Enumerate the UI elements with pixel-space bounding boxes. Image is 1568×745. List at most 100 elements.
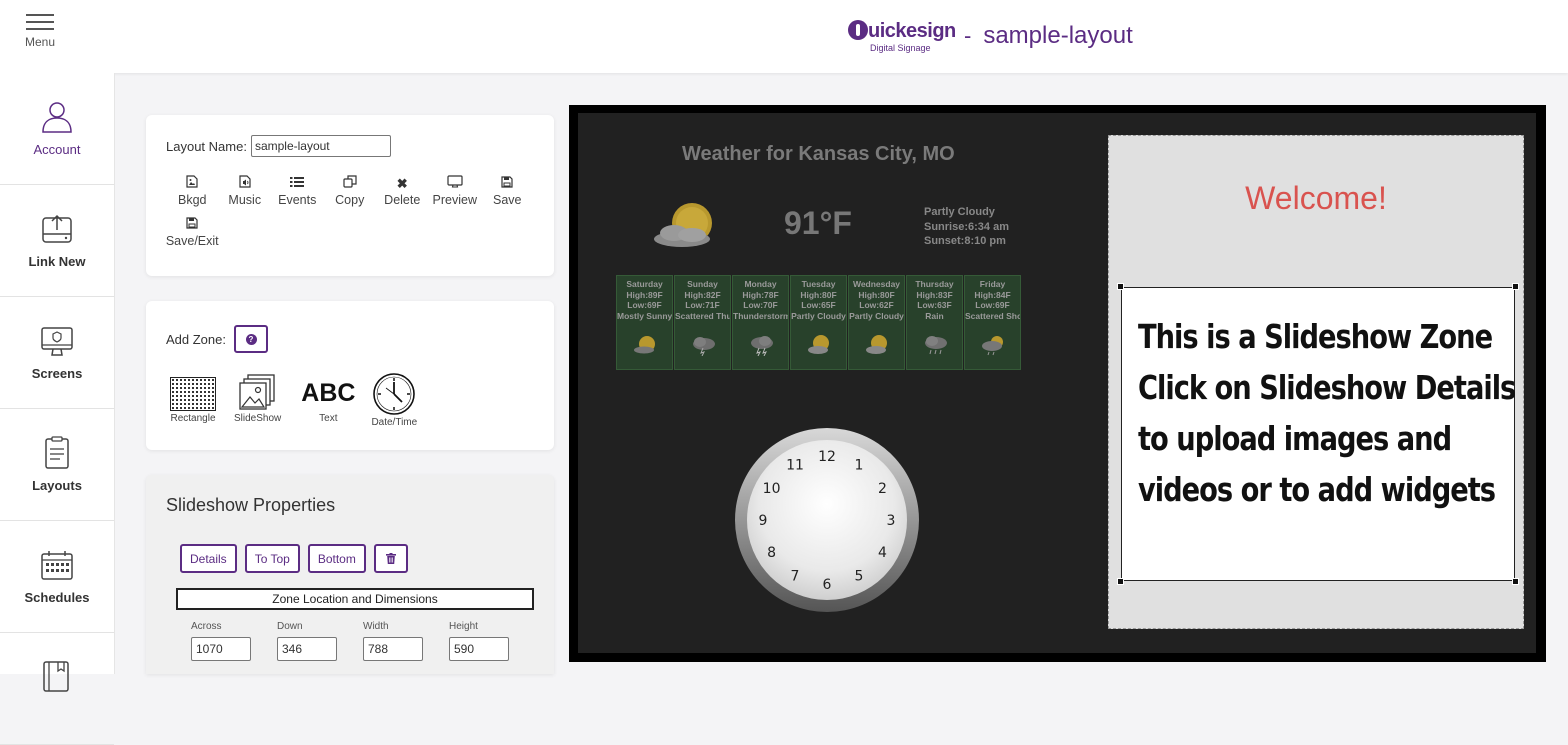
forecast-high: High:80F — [800, 289, 837, 300]
showers-icon — [982, 336, 1003, 356]
preview-icon — [447, 175, 463, 193]
layout-name-label: Layout Name: — [166, 138, 247, 154]
analog-clock-zone[interactable]: 121234567891011 — [734, 427, 920, 613]
save-exit-button[interactable]: Save/Exit — [166, 216, 219, 257]
tool-label: Copy — [335, 193, 365, 207]
sidebar-item-account[interactable]: Account — [0, 73, 114, 185]
music-file-icon — [239, 175, 251, 193]
forecast-low: Low:62F — [859, 300, 894, 310]
height-input[interactable] — [449, 637, 509, 661]
copy-button[interactable]: Copy — [324, 175, 377, 216]
zone-location-header: Zone Location and Dimensions — [176, 588, 534, 610]
tool-label: Music — [228, 193, 262, 207]
clock-numeral: 12 — [818, 449, 836, 465]
forecast-day-name: Wednesday — [852, 279, 901, 289]
across-input[interactable] — [191, 637, 251, 661]
forecast-condition: Partly Cloudy — [849, 310, 904, 321]
monitor-icon — [41, 327, 73, 356]
layout-canvas[interactable]: Weather for Kansas City, MO 91°F Partly … — [578, 113, 1536, 653]
weather-title: Weather for Kansas City, MO — [682, 143, 955, 165]
delete-zone-button[interactable] — [373, 544, 408, 573]
forecast-high: High:84F — [974, 289, 1011, 300]
resize-handle-bottom-left[interactable] — [1117, 578, 1124, 585]
delete-button[interactable]: ✖ Delete — [376, 175, 429, 216]
welcome-text: Welcome! — [1245, 180, 1387, 216]
forecast-condition: Rain — [925, 310, 944, 321]
to-top-button[interactable]: To Top — [244, 544, 300, 573]
logo-word: uickesign — [868, 20, 956, 42]
layout-name-input[interactable] — [250, 135, 391, 157]
menu-button[interactable]: Menu — [24, 14, 56, 49]
clock-numeral: 4 — [878, 545, 887, 561]
title-separator: - — [964, 23, 972, 48]
sidebar-item-more[interactable] — [0, 633, 114, 745]
forecast-high: High:78F — [742, 289, 779, 300]
bottom-button[interactable]: Bottom — [307, 544, 366, 573]
dim-label: Across — [191, 621, 222, 632]
clock-numeral: 2 — [878, 481, 887, 497]
slideshow-line: Click on Slideshow Details — [1138, 369, 1516, 407]
forecast-day: Thursday High:83F Low:63F Rain — [906, 275, 963, 370]
forecast-high: High:89F — [626, 289, 663, 300]
add-slideshow-zone[interactable]: SlideShow — [234, 373, 281, 424]
selected-slideshow-zone[interactable]: This is a Slideshow Zone Click on Slides… — [1121, 287, 1516, 581]
add-rectangle-zone[interactable]: Rectangle — [170, 373, 216, 424]
dim-height: Height — [449, 621, 535, 661]
resize-handle-top-right[interactable] — [1512, 283, 1519, 290]
help-button[interactable]: ? — [234, 325, 268, 353]
events-button[interactable]: Events — [271, 175, 324, 216]
forecast-day-name: Friday — [979, 279, 1006, 289]
slideshow-line: videos or to add widgets — [1138, 471, 1496, 509]
partly-cloudy-icon — [808, 335, 829, 354]
dim-label: Width — [363, 621, 389, 632]
forecast-condition: Scattered Sho — [965, 310, 1021, 321]
sunset-text: Sunset:8:10 pm — [924, 235, 1006, 247]
bkgd-button[interactable]: Bkgd — [166, 175, 219, 216]
sidebar-item-link-new[interactable]: Link New — [0, 185, 114, 297]
sidebar-item-label: Screens — [31, 366, 83, 381]
add-zone-row: Add Zone: ? — [166, 325, 268, 353]
current-conditions: Partly Cloudy Sunrise:6:34 am Sunset:8:1… — [924, 205, 1009, 249]
forecast-day: Monday High:78F Low:70F Thunderstorms — [732, 275, 789, 370]
sidebar-item-screens[interactable]: Screens — [0, 297, 114, 409]
resize-handle-bottom-right[interactable] — [1512, 578, 1519, 585]
preview-button[interactable]: Preview — [429, 175, 482, 216]
tool-label: Save/Exit — [165, 234, 219, 248]
sidebar-item-layouts[interactable]: Layouts — [0, 409, 114, 521]
forecast-day-name: Tuesday — [801, 279, 836, 289]
add-datetime-zone[interactable]: Date/Time — [371, 373, 417, 428]
forecast-day-name: Thursday — [915, 279, 954, 289]
dim-label: Height — [449, 621, 478, 632]
hamburger-icon-bar — [26, 28, 54, 30]
sidebar: Account Link New Screens Layouts Schedul… — [0, 73, 115, 745]
down-input[interactable] — [277, 637, 337, 661]
add-text-zone[interactable]: ABC Text — [301, 373, 355, 424]
dim-width: Width — [363, 621, 449, 661]
save-button[interactable]: Save — [481, 175, 534, 216]
menu-label: Menu — [24, 35, 56, 49]
forecast-day-name: Monday — [744, 279, 777, 289]
forecast-low: Low:71F — [685, 300, 720, 310]
storm-icon — [693, 337, 715, 356]
sidebar-item-schedules[interactable]: Schedules — [0, 521, 114, 633]
slideshow-placeholder-text: This is a Slideshow Zone Click on Slides… — [1138, 312, 1516, 516]
delete-icon: ✖ — [396, 176, 408, 191]
current-temperature: 91°F — [784, 205, 852, 241]
clock-numeral: 1 — [855, 458, 864, 474]
slideshow-zone-preview[interactable]: Welcome! This is a Slideshow Zone Click … — [1108, 135, 1524, 629]
resize-handle-top-left[interactable] — [1117, 283, 1124, 290]
logo-subtitle: Digital Signage — [870, 43, 931, 53]
sidebar-item-label: Schedules — [24, 590, 90, 605]
partly-cloudy-icon — [654, 203, 712, 247]
details-button[interactable]: Details — [180, 544, 237, 573]
image-icon — [186, 175, 198, 193]
layouts-icon — [45, 436, 69, 469]
width-input[interactable] — [363, 637, 423, 661]
text-abc-icon: ABC — [301, 379, 356, 407]
clock-numeral: 9 — [759, 513, 768, 529]
clock-numeral: 8 — [767, 545, 776, 561]
dim-down: Down — [277, 621, 363, 661]
brand: uickesign Digital Signage - sample-layou… — [848, 16, 1133, 56]
clock-numeral: 10 — [763, 481, 781, 497]
music-button[interactable]: Music — [219, 175, 272, 216]
